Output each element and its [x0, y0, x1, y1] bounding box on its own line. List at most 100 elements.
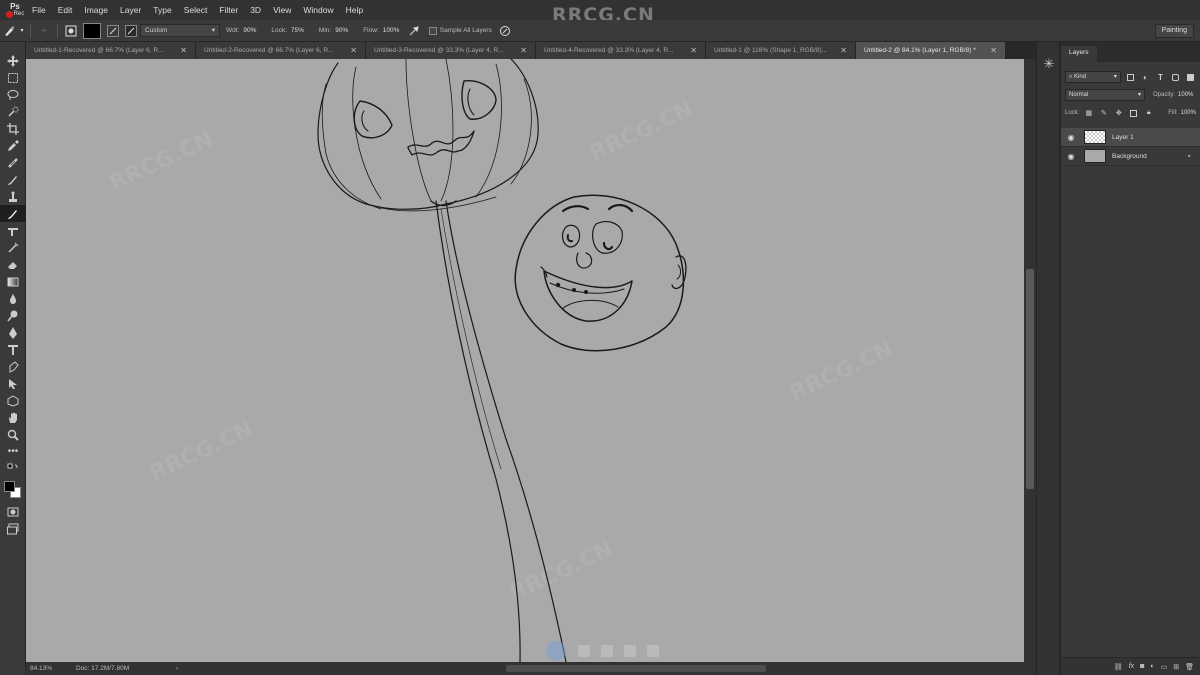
- lock-icon[interactable]: ▪: [1188, 153, 1200, 160]
- fill-value[interactable]: 100%: [1181, 110, 1196, 116]
- tab-untitled-2-recovered[interactable]: Untitled-2-Recovered @ 66.7% (Layer 6, R…: [196, 42, 366, 59]
- lock-value[interactable]: 75%: [291, 27, 313, 34]
- quick-selection-tool-icon[interactable]: [0, 103, 26, 120]
- workspace-switcher[interactable]: Painting: [1154, 24, 1194, 38]
- screen-mode-icon[interactable]: [0, 520, 26, 537]
- path-pen-icon[interactable]: [0, 358, 26, 375]
- blur-tool-icon[interactable]: [0, 290, 26, 307]
- eraser-tool-icon[interactable]: [0, 256, 26, 273]
- layer-filter-select[interactable]: ⌕ Kind ▾: [1065, 71, 1121, 83]
- zoom-level[interactable]: 84.13%: [26, 665, 76, 672]
- airbrush-icon[interactable]: [405, 22, 423, 40]
- tab-untitled-3-recovered[interactable]: Untitled-3-Recovered @ 33.3% (Layer 4, R…: [366, 42, 536, 59]
- mixer-brush-tool-icon[interactable]: [0, 205, 26, 222]
- layer-name[interactable]: Background: [1112, 153, 1188, 160]
- brush-mode-icon[interactable]: [104, 22, 122, 40]
- filter-pixel-icon[interactable]: [1125, 71, 1136, 83]
- blend-mode-select[interactable]: Normal ▾: [1065, 89, 1145, 101]
- close-icon[interactable]: ✕: [180, 46, 187, 55]
- menu-window[interactable]: Window: [297, 0, 339, 20]
- layer-row-layer-1[interactable]: ◉ Layer 1: [1061, 128, 1200, 147]
- brush-tool-icon[interactable]: [0, 171, 26, 188]
- menu-3d[interactable]: 3D: [244, 0, 267, 20]
- layer-name[interactable]: Layer 1: [1112, 134, 1200, 141]
- marquee-tool-icon[interactable]: [0, 69, 26, 86]
- brush-preset-select[interactable]: Custom ▾: [140, 24, 220, 37]
- visibility-eye-icon[interactable]: ◉: [1061, 133, 1081, 142]
- layer-row-background[interactable]: ◉ Background ▪: [1061, 147, 1200, 166]
- close-icon[interactable]: ✕: [520, 46, 527, 55]
- tab-untitled-2-active[interactable]: Untitled-2 @ 84.1% (Layer 1, RGB/8) * ✕: [856, 42, 1006, 59]
- layer-style-fx-icon[interactable]: fx: [1129, 663, 1134, 670]
- new-group-icon[interactable]: ▭: [1161, 663, 1168, 671]
- lasso-tool-icon[interactable]: [0, 86, 26, 103]
- shape-tool-icon[interactable]: [0, 392, 26, 409]
- scrollbar-thumb[interactable]: [1026, 269, 1034, 489]
- menu-file[interactable]: File: [26, 0, 52, 20]
- vertical-scrollbar[interactable]: [1024, 59, 1036, 662]
- pressure-icon[interactable]: [496, 22, 514, 40]
- menu-image[interactable]: Image: [78, 0, 114, 20]
- brush-settings-icon[interactable]: ✳: [1037, 54, 1061, 74]
- more-tools-icon[interactable]: •••: [0, 443, 26, 460]
- add-mask-icon[interactable]: ◙: [1140, 663, 1144, 670]
- visibility-eye-icon[interactable]: ◉: [1061, 152, 1081, 161]
- move-tool-icon[interactable]: [0, 52, 26, 69]
- pen-tool-icon[interactable]: [0, 324, 26, 341]
- quick-mask-icon[interactable]: [0, 503, 26, 520]
- chevron-down-icon[interactable]: ▾: [18, 22, 26, 40]
- brush-angle-icon[interactable]: [122, 22, 140, 40]
- width-value[interactable]: 90%: [243, 27, 265, 34]
- color-swatch[interactable]: [83, 22, 101, 39]
- adjustment-layer-icon[interactable]: ◐: [1150, 663, 1154, 670]
- filter-type-icon[interactable]: T: [1155, 71, 1166, 83]
- menu-view[interactable]: View: [267, 0, 297, 20]
- dodge-tool-icon[interactable]: [0, 307, 26, 324]
- zoom-tool-icon[interactable]: [0, 426, 26, 443]
- lock-position-icon[interactable]: ✥: [1113, 107, 1124, 119]
- crop-tool-icon[interactable]: [0, 120, 26, 137]
- tab-untitled-4-recovered[interactable]: Untitled-4-Recovered @ 33.3% (Layer 4, R…: [536, 42, 706, 59]
- swap-colors-icon[interactable]: [0, 460, 26, 477]
- horizontal-scrollbar[interactable]: [506, 665, 766, 672]
- menu-layer[interactable]: Layer: [114, 0, 147, 20]
- delete-layer-icon[interactable]: 🗑︎: [1185, 663, 1194, 671]
- sample-all-layers-checkbox[interactable]: [428, 26, 437, 35]
- filter-adjustment-icon[interactable]: ◐: [1140, 71, 1151, 83]
- close-icon[interactable]: ✕: [990, 46, 997, 55]
- status-menu-arrow[interactable]: ›: [176, 665, 196, 672]
- menu-filter[interactable]: Filter: [213, 0, 244, 20]
- menu-type[interactable]: Type: [147, 0, 177, 20]
- menu-select[interactable]: Select: [178, 0, 214, 20]
- eyedropper-tool-icon[interactable]: [0, 137, 26, 154]
- foreground-color-swatch[interactable]: [4, 481, 15, 492]
- hand-tool-icon[interactable]: [0, 409, 26, 426]
- path-selection-tool-icon[interactable]: [0, 375, 26, 392]
- type-tool-icon[interactable]: [0, 341, 26, 358]
- close-icon[interactable]: ✕: [350, 46, 357, 55]
- opacity-value[interactable]: 100%: [1178, 92, 1193, 98]
- lock-all-icon[interactable]: 🔒︎: [1143, 107, 1154, 119]
- art-history-brush-icon[interactable]: [0, 239, 26, 256]
- gradient-tool-icon[interactable]: [0, 273, 26, 290]
- min-value[interactable]: 90%: [335, 27, 357, 34]
- tab-untitled-1[interactable]: Untitled-1 @ 116% (Shape 1, RGB/8)... ✕: [706, 42, 856, 59]
- brush-size-icon[interactable]: ⁘: [35, 22, 53, 40]
- close-icon[interactable]: ✕: [840, 46, 847, 55]
- tab-untitled-1-recovered[interactable]: Untitled-1-Recovered @ 66.7% (Layer 6, R…: [26, 42, 196, 59]
- close-icon[interactable]: ✕: [690, 46, 697, 55]
- healing-brush-tool-icon[interactable]: [0, 154, 26, 171]
- clone-stamp-tool-icon[interactable]: [0, 188, 26, 205]
- lock-pixels-icon[interactable]: ✎: [1098, 107, 1109, 119]
- flow-value[interactable]: 100%: [383, 27, 405, 34]
- lock-transparent-icon[interactable]: ▦: [1083, 107, 1094, 119]
- menu-help[interactable]: Help: [340, 0, 369, 20]
- lock-artboard-icon[interactable]: [1128, 107, 1139, 119]
- history-brush-tool-icon[interactable]: [0, 222, 26, 239]
- document-canvas[interactable]: RRCG.CN RRCG.CN RRCG.CN RRCG.CN RRCG.CN: [26, 59, 1024, 662]
- brush-panel-icon[interactable]: [62, 22, 80, 40]
- link-layers-icon[interactable]: ⛓: [1114, 663, 1123, 671]
- color-picker[interactable]: [0, 477, 26, 503]
- new-layer-icon[interactable]: ⊞: [1173, 663, 1179, 671]
- layers-tab[interactable]: Layers: [1061, 46, 1097, 62]
